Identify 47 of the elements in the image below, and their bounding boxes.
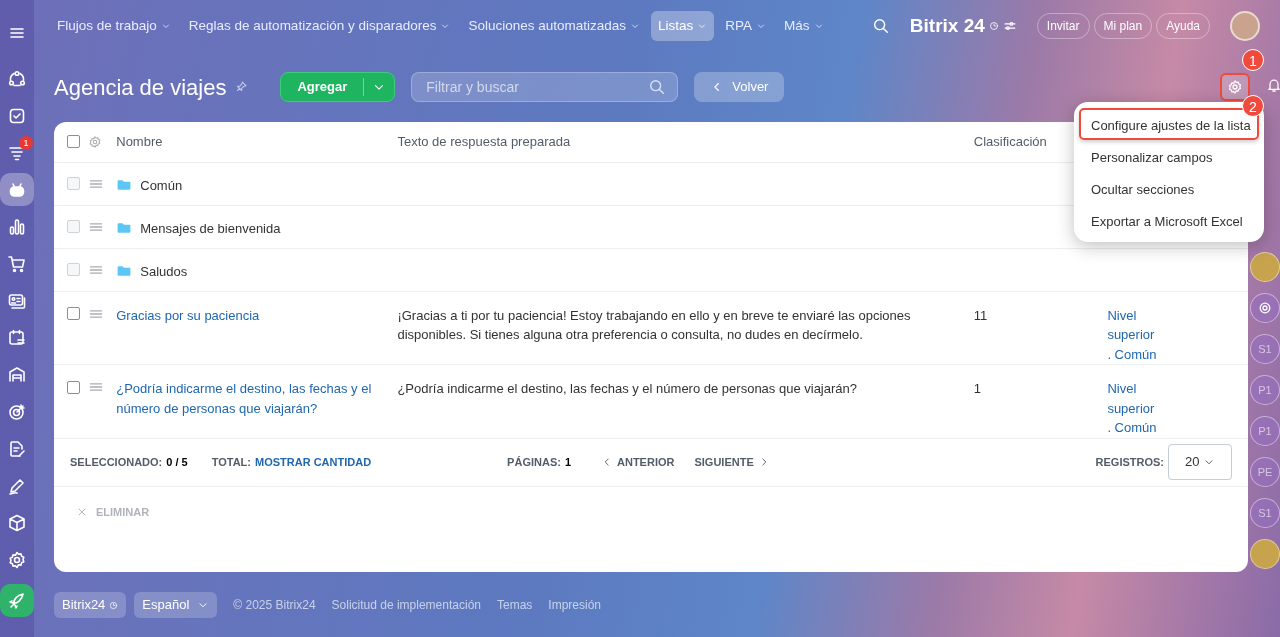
chat-avatar[interactable]: S1: [1250, 334, 1280, 364]
sidebar-item[interactable]: 1: [0, 136, 34, 169]
item-link[interactable]: Gracias por su paciencia: [116, 305, 382, 325]
nav-tab[interactable]: Soluciones automatizadas: [461, 10, 648, 42]
section-link[interactable]: Nivel superior . Común: [1107, 379, 1158, 438]
step-callout: 1: [1242, 49, 1264, 71]
show-count-link[interactable]: MOSTRAR CANTIDAD: [255, 453, 372, 471]
column-header[interactable]: Nombre: [116, 122, 398, 162]
nav-tab[interactable]: Flujos de trabajo: [50, 10, 178, 42]
footer-label: SELECCIONADO:: [70, 454, 163, 470]
response-text: ¿Podría indicarme el destino, las fechas y el número de personas que viajarán?: [397, 381, 857, 396]
footer-label: PÁGINAS:: [507, 454, 561, 470]
previous-button[interactable]: ANTERIOR: [595, 452, 681, 472]
nav-tab[interactable]: RPA: [718, 10, 774, 42]
footer-link[interactable]: Temas: [497, 596, 533, 614]
page-size-select[interactable]: 20: [1168, 444, 1232, 480]
chat-avatar[interactable]: S1: [1250, 498, 1280, 528]
item-link[interactable]: ¿Podría indicarme el destino, las fechas y el número de personas que viajarán?: [116, 379, 382, 418]
response-text: ¡Gracias a ti por tu paciencia! Estoy trabajando en ello y en breve te enviaré las opciones disponibles. Si tienes alguna otra preferencia o consulta, no dudes en decírmelo.: [397, 307, 911, 342]
chat-avatar[interactable]: PE: [1250, 457, 1280, 487]
chat-avatar[interactable]: P1: [1250, 416, 1280, 446]
column-header[interactable]: Texto de respuesta preparada: [397, 122, 974, 162]
chat-avatar[interactable]: P1: [1250, 375, 1280, 405]
language-select[interactable]: Español: [134, 592, 218, 618]
step-callout: 2: [1242, 95, 1264, 117]
footer-value: 1: [564, 454, 571, 470]
back-button[interactable]: Volver: [694, 72, 785, 102]
nav-tab[interactable]: Listas: [651, 10, 715, 42]
page-title: Agencia de viajes: [54, 73, 227, 102]
brand-button[interactable]: Bitrix24: [54, 592, 127, 618]
menu-item[interactable]: Exportar a Microsoft Excel: [1079, 204, 1259, 236]
next-button[interactable]: SIGUIENTE: [688, 452, 776, 472]
logo[interactable]: Bitrix 24: [909, 11, 985, 41]
footer-label: REGISTROS:: [1095, 454, 1164, 470]
footer-link[interactable]: Impresión: [548, 596, 601, 614]
footer-link[interactable]: Solicitud de implementación: [331, 596, 481, 614]
rank-value: 11: [973, 307, 988, 323]
section-link[interactable]: Nivel superior . Común: [1107, 305, 1158, 364]
nav-tab[interactable]: Más: [777, 10, 831, 42]
menu-item[interactable]: Ocultar secciones: [1079, 172, 1259, 204]
add-button[interactable]: Agregar: [280, 72, 396, 102]
notification-badge: 1: [19, 136, 33, 150]
copyright-text: © 2025 Bitrix24: [233, 597, 316, 614]
rank-value: 1: [973, 381, 982, 396]
nav-tab[interactable]: Reglas de automatización y disparadores: [181, 10, 458, 42]
footer-label: TOTAL:: [211, 454, 251, 470]
footer-value: 0 / 5: [166, 454, 188, 470]
